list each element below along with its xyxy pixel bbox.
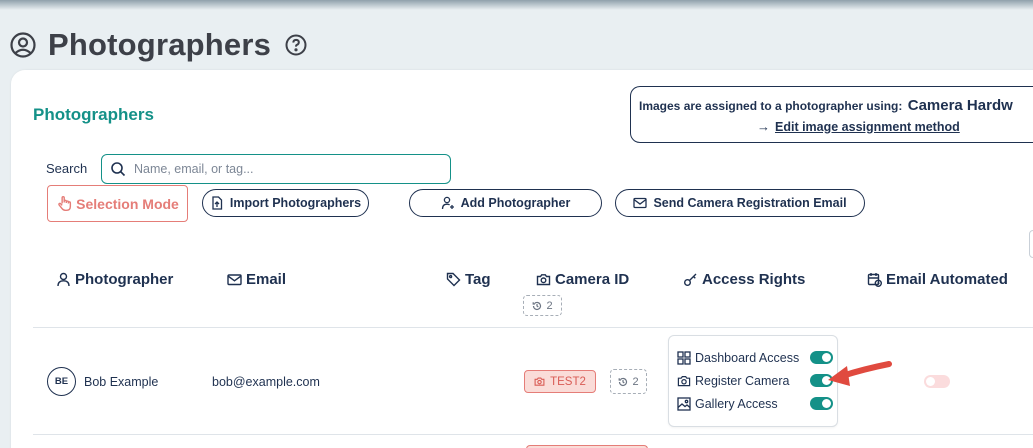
column-email-automated[interactable]: Email Automated <box>867 268 1008 290</box>
selection-mode-button[interactable]: Selection Mode <box>47 185 188 222</box>
camera-id-tag[interactable]: TEST2 <box>524 370 596 393</box>
column-tag[interactable]: Tag <box>446 268 491 290</box>
column-access-rights[interactable]: Access Rights <box>683 268 805 290</box>
camera-history-count: 2 <box>632 375 639 388</box>
assignment-prefix: Images are assigned to a photographer us… <box>639 99 903 113</box>
access-label-gallery: Gallery Access <box>695 397 778 411</box>
tag-icon <box>446 272 461 286</box>
camera-history-badge[interactable]: 2 <box>610 369 647 394</box>
add-photographer-label: Add Photographer <box>460 196 571 210</box>
edge-control[interactable] <box>1029 230 1033 258</box>
column-email[interactable]: Email <box>227 268 286 290</box>
column-photographer[interactable]: Photographer <box>56 268 173 290</box>
page-header: Photographers <box>10 26 307 64</box>
column-email-label: Email <box>246 270 287 288</box>
history-icon <box>619 377 628 386</box>
user-icon <box>57 272 70 286</box>
page-title: Photographers <box>48 27 272 62</box>
gallery-icon <box>677 397 691 411</box>
camera-icon <box>536 273 551 285</box>
assignment-text: Images are assigned to a photographer us… <box>639 97 1013 114</box>
gallery-access-toggle[interactable] <box>810 397 833 410</box>
assignment-method-box: Images are assigned to a photographer us… <box>630 86 1033 143</box>
search-box <box>101 154 451 184</box>
access-label-dashboard: Dashboard Access <box>695 351 800 365</box>
history-icon <box>533 301 542 310</box>
camera-count-badge[interactable]: 2 <box>523 295 562 316</box>
edit-assignment-link[interactable]: Edit image assignment method <box>775 120 960 134</box>
camera-id-value: TEST2 <box>550 375 586 388</box>
search-icon <box>111 162 126 177</box>
assignment-method: Camera Hardw <box>907 97 1013 114</box>
arrow-right-icon: → <box>757 119 770 134</box>
access-row-gallery: Gallery Access <box>677 395 833 413</box>
search-input[interactable] <box>134 162 434 176</box>
access-row-register-camera: Register Camera <box>677 372 833 390</box>
header-divider <box>33 327 1033 328</box>
access-row-dashboard: Dashboard Access <box>677 349 833 367</box>
key-icon <box>684 273 697 286</box>
camera-count-value: 2 <box>546 299 553 312</box>
user-circle-icon <box>10 32 36 58</box>
search-label: Search <box>46 161 88 176</box>
column-access-rights-label: Access Rights <box>702 270 806 288</box>
import-photographers-button[interactable]: Import Photographers <box>202 189 369 217</box>
calendar-clock-icon <box>867 272 882 287</box>
annotation-arrow <box>828 361 892 386</box>
access-rights-panel: Dashboard Access Register Camera Gallery… <box>668 335 838 427</box>
user-plus-icon <box>441 196 454 210</box>
photographer-email: bob@example.com <box>212 375 320 389</box>
import-photographers-label: Import Photographers <box>229 196 362 210</box>
column-photographer-label: Photographer <box>75 270 174 288</box>
column-tag-label: Tag <box>465 270 491 288</box>
photographer-name[interactable]: Bob Example <box>84 375 158 389</box>
column-camera-id-label: Camera ID <box>555 270 630 288</box>
window-top-strip <box>0 0 1033 10</box>
file-upload-icon <box>212 196 223 210</box>
help-circle-icon[interactable] <box>285 34 307 56</box>
selection-mode-label: Selection Mode <box>76 195 179 212</box>
edit-assignment-row: → Edit image assignment method <box>757 119 960 134</box>
mail-send-icon <box>633 197 648 209</box>
access-label-register-camera: Register Camera <box>695 374 790 388</box>
mail-icon <box>227 273 242 285</box>
add-photographer-button[interactable]: Add Photographer <box>409 189 602 217</box>
column-camera-id[interactable]: Camera ID <box>536 268 629 290</box>
send-registration-email-button[interactable]: Send Camera Registration Email <box>615 189 865 217</box>
column-email-automated-label: Email Automated <box>886 270 1008 288</box>
hand-pointer-icon <box>58 195 72 212</box>
camera-icon <box>534 377 545 386</box>
camera-icon <box>677 376 691 387</box>
row-divider <box>33 434 1033 435</box>
email-automated-toggle[interactable] <box>924 375 950 388</box>
send-registration-email-label: Send Camera Registration Email <box>653 196 847 210</box>
card-title: Photographers <box>33 105 154 124</box>
avatar: BE <box>47 367 76 396</box>
dashboard-grid-icon <box>677 351 691 365</box>
